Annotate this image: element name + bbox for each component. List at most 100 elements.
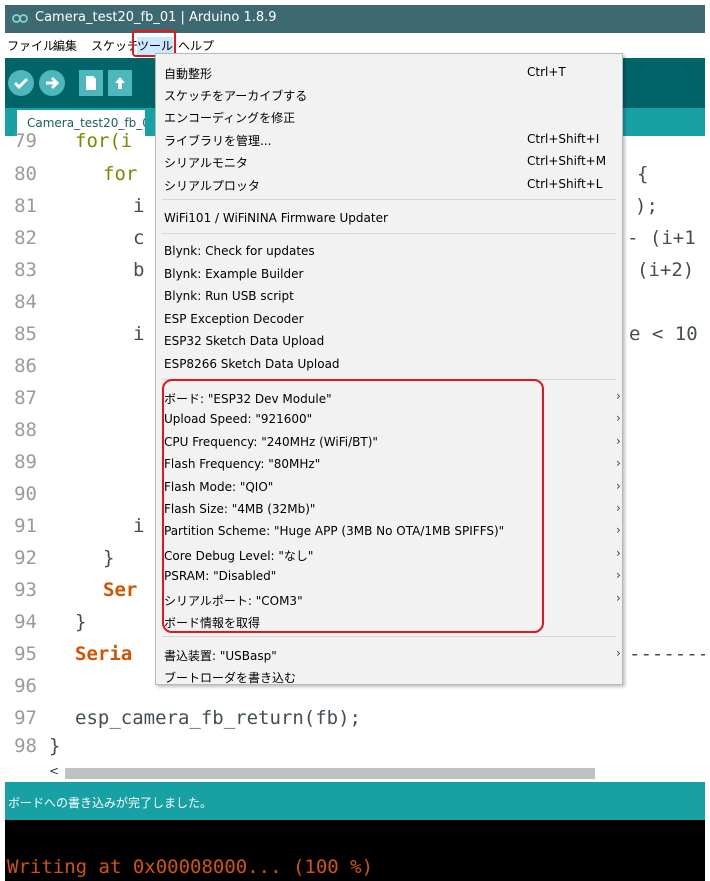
menu-item-blynk-run-usb-script[interactable]: Blynk: Run USB script	[164, 286, 614, 308]
line-number: 81	[14, 195, 37, 217]
board-settings-highlight	[162, 379, 544, 633]
verify-button[interactable]	[8, 70, 34, 96]
code-fragment: b	[133, 259, 145, 281]
menu-separator	[162, 233, 616, 234]
menu-item-archive-sketch[interactable]: スケッチをアーカイブする	[164, 84, 614, 106]
code-fragment: }	[75, 611, 87, 633]
line-number: 98	[14, 735, 37, 757]
menu-item-esp32-data-upload[interactable]: ESP32 Sketch Data Upload	[164, 331, 614, 353]
menu-item-label: エンコーディングを修正	[164, 111, 296, 125]
code-fragment: - (i+1	[627, 227, 696, 249]
menu-item-serial-monitor[interactable]: シリアルモニタ Ctrl+Shift+M	[164, 151, 614, 173]
menu-item-manage-libraries[interactable]: ライブラリを管理... Ctrl+Shift+I	[164, 129, 614, 151]
menu-item-label: 書込装置: "USBasp"	[164, 649, 277, 663]
menu-item-label: ESP8266 Sketch Data Upload	[164, 357, 340, 371]
chevron-right-icon: ›	[616, 501, 621, 515]
chevron-right-icon: ›	[616, 568, 621, 582]
code-fragment: );	[635, 195, 658, 217]
chevron-right-icon: ›	[616, 389, 621, 403]
new-sketch-button[interactable]	[79, 70, 103, 96]
arduino-logo-icon	[12, 14, 28, 23]
scroll-left-icon[interactable]: <	[49, 764, 59, 778]
menu-item-wifi-firmware-updater[interactable]: WiFi101 / WiFiNINA Firmware Updater	[164, 208, 614, 230]
menu-item-esp-exception-decoder[interactable]: ESP Exception Decoder	[164, 309, 614, 331]
document-icon	[86, 76, 96, 90]
line-number: 89	[14, 451, 37, 473]
line-number: 86	[14, 355, 37, 377]
menu-item-label: Blynk: Example Builder	[164, 267, 304, 281]
line-number: 95	[14, 643, 37, 665]
line-number: 84	[14, 291, 37, 313]
menu-item-label: 自動整形	[164, 67, 213, 81]
line-number: 80	[14, 163, 37, 185]
menu-item-shortcut: Ctrl+Shift+M	[527, 154, 607, 168]
console-line: Writing at 0x00008000... (100 %)	[7, 856, 374, 878]
chevron-right-icon: ›	[616, 434, 621, 448]
code-fragment: c	[133, 227, 145, 249]
chevron-right-icon: ›	[616, 479, 621, 493]
console-output: Writing at 0x00008000... (100 %)	[5, 820, 705, 881]
code-fragment: (i+2)	[637, 259, 695, 281]
code-fragment: i	[133, 515, 145, 537]
menu-separator	[162, 636, 616, 637]
line-number: 79	[14, 130, 37, 152]
line-number: 88	[14, 419, 37, 441]
code-fragment: for(i	[75, 130, 133, 152]
menu-item-auto-format[interactable]: 自動整形 Ctrl+T	[164, 62, 614, 84]
code-fragment: {	[637, 163, 649, 185]
tab-label: Camera_test20_fb_01	[27, 116, 145, 130]
check-icon	[13, 77, 29, 90]
menu-item-esp8266-data-upload[interactable]: ESP8266 Sketch Data Upload	[164, 354, 614, 376]
code-fragment: }	[103, 547, 115, 569]
status-bar: ボードへの書き込みが完了しました。	[5, 782, 705, 820]
line-number: 87	[14, 387, 37, 409]
window-title: Camera_test20_fb_01 | Arduino 1.8.9	[35, 10, 277, 25]
upload-button[interactable]	[39, 70, 65, 96]
menu-edit[interactable]: 編集	[53, 37, 77, 55]
menu-item-label: シリアルプロッタ	[164, 179, 260, 193]
chevron-right-icon: ›	[616, 523, 621, 537]
chevron-right-icon: ›	[616, 591, 621, 605]
menu-item-label: ライブラリを管理...	[164, 134, 272, 148]
line-number: 91	[14, 515, 37, 537]
line-number: 97	[14, 707, 37, 729]
menu-item-label: ESP Exception Decoder	[164, 312, 304, 326]
menu-item-blynk-example-builder[interactable]: Blynk: Example Builder	[164, 264, 614, 286]
line-number: 83	[14, 259, 37, 281]
arrow-right-icon	[46, 76, 60, 90]
menu-item-label: Blynk: Run USB script	[164, 289, 294, 303]
menu-item-label: WiFi101 / WiFiNINA Firmware Updater	[164, 211, 388, 225]
line-number: 90	[14, 483, 37, 505]
code-fragment: e < 10	[629, 323, 698, 345]
open-sketch-button[interactable]	[108, 70, 132, 96]
code-fragment: }	[49, 735, 61, 757]
menu-file[interactable]: ファイル	[7, 37, 55, 55]
chevron-right-icon: ›	[616, 456, 621, 470]
menu-item-label: スケッチをアーカイブする	[164, 89, 308, 103]
menu-item-shortcut: Ctrl+Shift+I	[527, 132, 600, 146]
menu-item-burn-bootloader[interactable]: ブートローダを書き込む	[164, 666, 614, 685]
menu-item-shortcut: Ctrl+T	[527, 65, 566, 79]
menu-item-label: Blynk: Check for updates	[164, 244, 315, 258]
menu-item-programmer[interactable]: 書込装置: "USBasp" ›	[164, 644, 621, 666]
code-fragment: Ser	[103, 579, 138, 601]
scrollbar-thumb[interactable]	[65, 768, 595, 779]
line-number: 96	[14, 675, 37, 697]
line-number: 93	[14, 579, 37, 601]
chevron-right-icon: ›	[616, 646, 621, 660]
menu-item-blynk-check-updates[interactable]: Blynk: Check for updates	[164, 241, 614, 263]
code-fragment: i	[133, 195, 145, 217]
title-bar: Camera_test20_fb_01 | Arduino 1.8.9	[5, 5, 705, 33]
chevron-right-icon: ›	[616, 546, 621, 560]
status-message: ボードへの書き込みが完了しました。	[8, 796, 213, 810]
code-fragment: i	[133, 323, 145, 345]
menu-item-serial-plotter[interactable]: シリアルプロッタ Ctrl+Shift+L	[164, 174, 614, 196]
code-fragment: -------	[629, 643, 705, 665]
code-fragment: Seria	[75, 643, 133, 665]
code-fragment: esp_camera_fb_return(fb);	[75, 707, 361, 729]
menu-item-fix-encoding[interactable]: エンコーディングを修正	[164, 106, 614, 128]
horizontal-scrollbar[interactable]: <	[5, 764, 705, 782]
menu-item-shortcut: Ctrl+Shift+L	[527, 177, 603, 191]
line-number: 82	[14, 227, 37, 249]
line-number: 94	[14, 611, 37, 633]
